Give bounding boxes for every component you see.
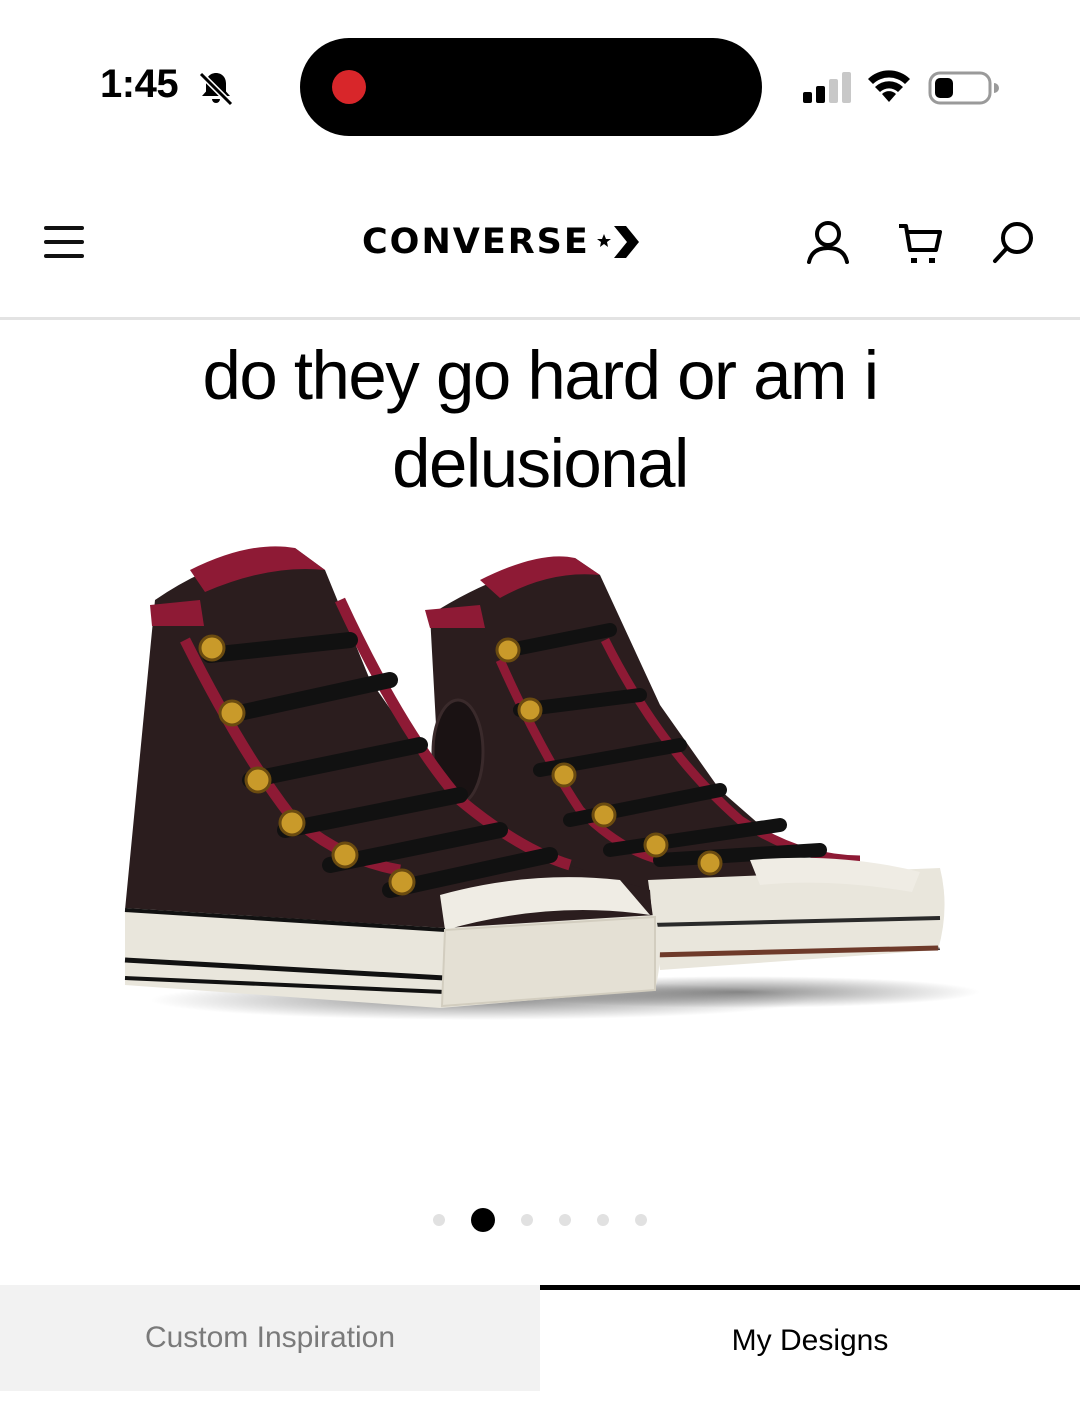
carousel-dot[interactable] <box>559 1214 571 1226</box>
dynamic-island <box>300 38 762 136</box>
bell-slash-icon <box>198 71 234 107</box>
carousel-dot[interactable] <box>635 1214 647 1226</box>
battery-low-icon <box>928 71 999 105</box>
brand-name: CONVERSE <box>362 222 590 262</box>
tab-custom-inspiration[interactable]: Custom Inspiration <box>0 1285 540 1391</box>
menu-button[interactable] <box>44 224 88 260</box>
recording-indicator <box>332 70 366 104</box>
status-time: 1:45 <box>100 62 179 106</box>
carousel-dot-active[interactable] <box>471 1208 495 1232</box>
tab-my-designs[interactable]: My Designs <box>540 1285 1080 1391</box>
star-chevron-icon <box>596 226 639 258</box>
carousel-dot[interactable] <box>521 1214 533 1226</box>
carousel-dot[interactable] <box>597 1214 609 1226</box>
header-divider <box>0 317 1080 320</box>
carousel-dot[interactable] <box>433 1214 445 1226</box>
wifi-icon <box>868 70 910 102</box>
cellular-signal-icon <box>803 72 851 103</box>
video-caption: do they go hard or am i delusional <box>202 337 879 502</box>
cart-icon[interactable] <box>896 218 944 266</box>
converse-logo[interactable]: CONVERSE <box>362 222 640 262</box>
search-icon[interactable] <box>990 218 1038 266</box>
product-image[interactable] <box>100 530 980 1050</box>
hamburger-menu-icon <box>44 226 84 230</box>
account-icon[interactable] <box>804 218 852 266</box>
carousel-pagination <box>0 1208 1080 1232</box>
